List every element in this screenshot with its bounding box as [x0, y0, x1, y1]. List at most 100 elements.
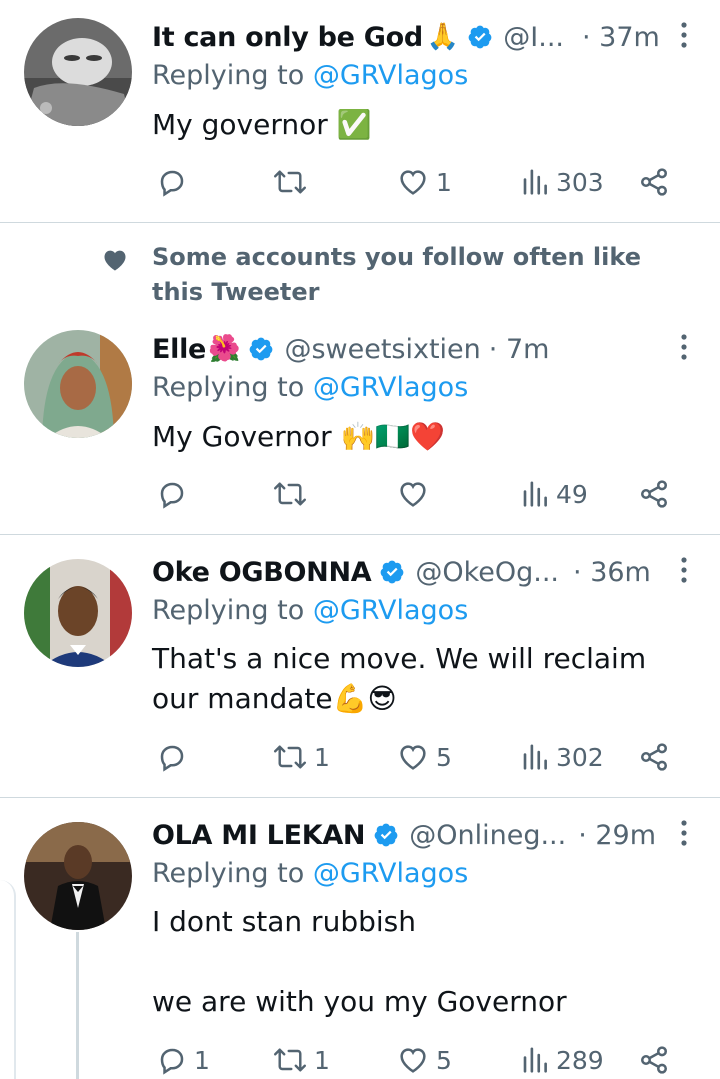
name-emoji: 🙏	[426, 22, 460, 52]
like-icon	[400, 482, 426, 507]
handle[interactable]: @OkeOg...	[415, 557, 559, 588]
views-icon	[523, 744, 547, 770]
views-icon	[523, 481, 547, 507]
replying-prefix: Replying to	[152, 595, 313, 626]
timestamp[interactable]: · 29m	[578, 820, 656, 851]
verified-badge-icon	[250, 337, 273, 361]
like-button[interactable]: 5	[396, 739, 452, 775]
replying-to: Replying to @GRVlagos	[152, 858, 468, 889]
timestamp[interactable]: · 36m	[573, 557, 651, 588]
share-icon	[641, 743, 667, 771]
like-count: 5	[436, 1045, 452, 1075]
handle[interactable]: @I...	[503, 22, 564, 53]
avatar[interactable]	[24, 330, 132, 438]
tweet-text: That's a nice move. We will reclaim our …	[152, 642, 647, 715]
more-options-icon[interactable]	[674, 555, 694, 585]
reply-button[interactable]: 1	[156, 1042, 210, 1078]
like-icon	[400, 1048, 426, 1073]
reply-button[interactable]	[156, 164, 194, 200]
share-button[interactable]	[638, 739, 670, 775]
tweet-header: OLA MI LEKAN @Onlineg... · 29m	[152, 815, 660, 855]
avatar[interactable]	[24, 18, 132, 126]
social-context-text: Some accounts you follow often like this…	[152, 243, 641, 306]
retweet-count: 1	[314, 742, 330, 772]
name-emoji: 🌺	[208, 334, 241, 364]
retweet-button[interactable]: 1	[272, 739, 330, 775]
share-icon	[641, 168, 667, 196]
display-name[interactable]: Elle	[152, 334, 206, 365]
tweet-header: Elle 🌺 @sweetsixtien · 7m	[152, 329, 660, 369]
retweet-icon	[273, 170, 307, 194]
retweet-count: 1	[314, 1045, 330, 1075]
timestamp[interactable]: · 7m	[489, 334, 550, 365]
verified-badge-icon	[380, 560, 404, 584]
reply-count: 1	[194, 1045, 210, 1075]
like-button[interactable]: 1	[396, 164, 452, 200]
views-button[interactable]: 49	[520, 476, 588, 512]
share-button[interactable]	[638, 1042, 670, 1078]
like-count: 1	[436, 167, 452, 197]
like-button[interactable]	[396, 476, 436, 512]
more-options-icon[interactable]	[674, 332, 694, 362]
action-bar: 1 303	[152, 164, 682, 200]
like-count: 5	[436, 742, 452, 772]
retweet-icon	[273, 745, 307, 769]
views-button[interactable]: 302	[520, 739, 604, 775]
view-count: 289	[556, 1045, 604, 1075]
action-bar: 1 5 302	[152, 739, 682, 775]
divider	[0, 222, 720, 223]
more-options-icon[interactable]	[674, 20, 694, 50]
reply-icon	[160, 482, 184, 509]
reply-button[interactable]	[156, 739, 194, 775]
tweet-text-line-1: I dont stan rubbish	[152, 905, 416, 938]
avatar[interactable]	[24, 559, 132, 667]
tweet-header: It can only be God 🙏 @I... · 37m	[152, 17, 660, 57]
social-context: Some accounts you follow often like this…	[0, 240, 720, 312]
views-icon	[523, 1047, 547, 1073]
tweet-4[interactable]: OLA MI LEKAN @Onlineg... · 29m Replying …	[0, 798, 720, 1079]
replying-mention[interactable]: @GRVlagos	[313, 372, 468, 403]
avatar[interactable]	[24, 822, 132, 930]
handle[interactable]: @sweetsixtien	[284, 334, 480, 365]
share-icon	[641, 1046, 667, 1074]
share-button[interactable]	[638, 476, 670, 512]
views-button[interactable]: 289	[520, 1042, 604, 1078]
timestamp[interactable]: · 37m	[582, 22, 660, 53]
tweet-header: Oke OGBONNA @OkeOg... · 36m	[152, 552, 660, 592]
views-icon	[523, 169, 547, 195]
tweet-text-line-2: we are with you my Governor	[152, 985, 567, 1018]
reply-icon	[160, 170, 184, 197]
heart-icon	[104, 250, 126, 271]
retweet-button[interactable]	[272, 164, 314, 200]
action-bar: 1 1 5 289	[152, 1042, 682, 1078]
verified-badge-icon	[468, 25, 492, 49]
more-options-icon[interactable]	[674, 818, 694, 848]
share-button[interactable]	[638, 164, 670, 200]
like-icon	[400, 745, 426, 770]
reply-button[interactable]	[156, 476, 194, 512]
retweet-button[interactable]	[272, 476, 314, 512]
replying-mention[interactable]: @GRVlagos	[313, 60, 468, 91]
retweet-button[interactable]: 1	[272, 1042, 330, 1078]
tweet-text: My Governor 🙌🇳🇬❤️	[152, 420, 446, 453]
reply-icon	[160, 1048, 184, 1075]
replying-prefix: Replying to	[152, 372, 313, 403]
replying-to: Replying to @GRVlagos	[152, 60, 468, 91]
replying-prefix: Replying to	[152, 858, 313, 889]
tweet-3[interactable]: Oke OGBONNA @OkeOg... · 36m Replying to …	[0, 535, 720, 797]
handle[interactable]: @Onlineg...	[409, 820, 566, 851]
replying-mention[interactable]: @GRVlagos	[313, 858, 468, 889]
like-button[interactable]: 5	[396, 1042, 452, 1078]
tweet-2[interactable]: Elle 🌺 @sweetsixtien · 7m Replying to @G…	[0, 312, 720, 534]
tweet-text: My governor ✅	[152, 108, 372, 141]
tweet-1[interactable]: It can only be God 🙏 @I... · 37m Replyin…	[0, 0, 720, 222]
views-button[interactable]: 303	[520, 164, 604, 200]
replying-mention[interactable]: @GRVlagos	[313, 595, 468, 626]
reply-icon	[160, 745, 184, 772]
view-count: 49	[556, 479, 588, 509]
share-icon	[641, 480, 667, 508]
view-count: 303	[556, 167, 604, 197]
display-name[interactable]: It can only be God	[152, 22, 423, 53]
display-name[interactable]: Oke OGBONNA	[152, 557, 372, 588]
display-name[interactable]: OLA MI LEKAN	[152, 820, 366, 851]
